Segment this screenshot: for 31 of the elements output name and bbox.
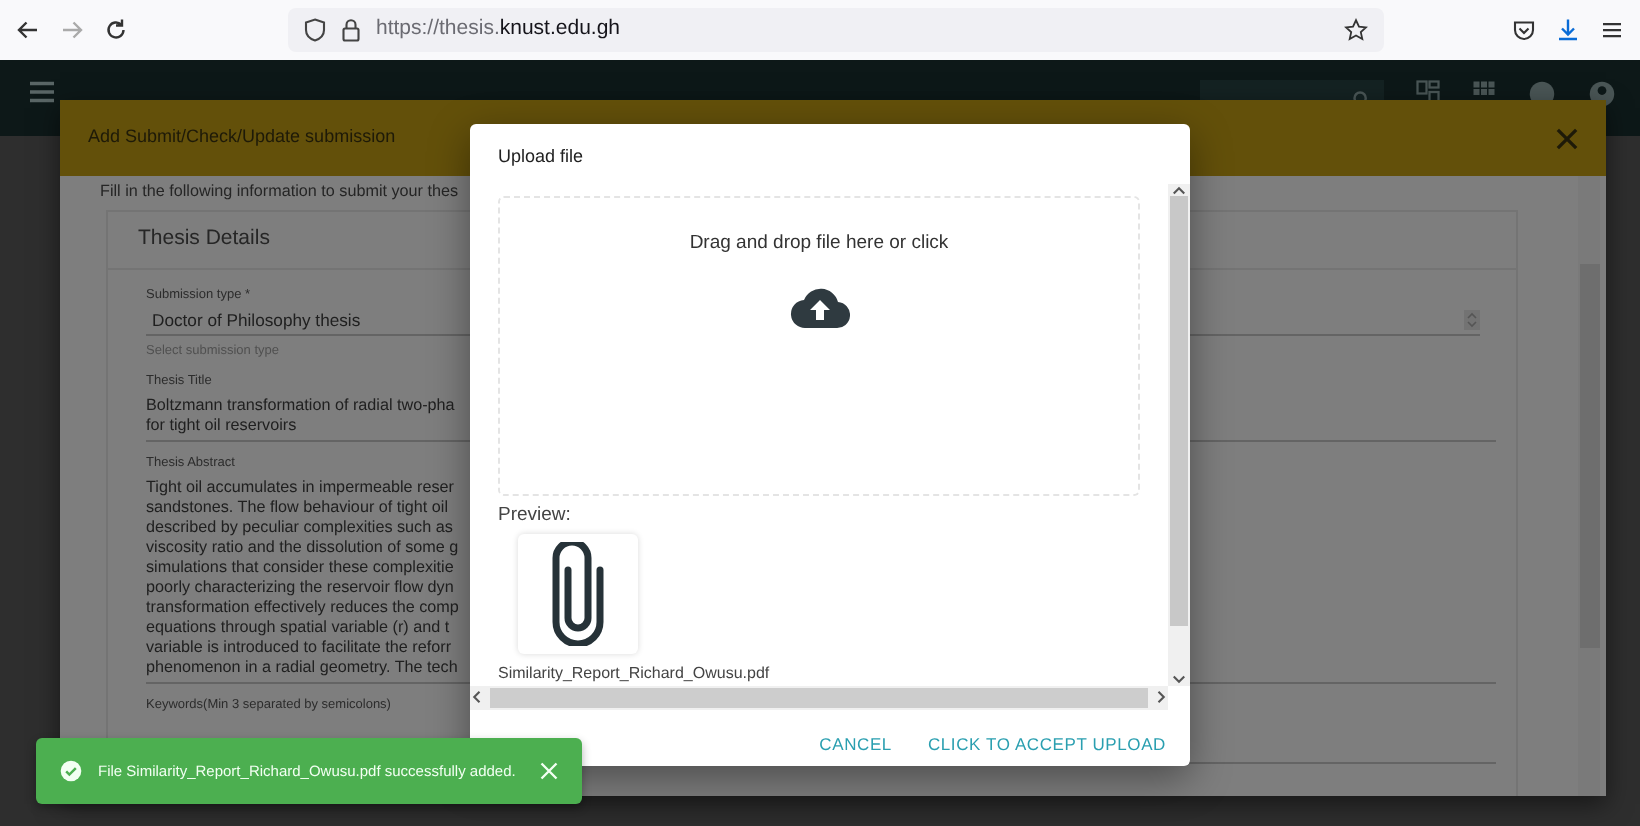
scroll-left-icon xyxy=(470,690,482,704)
spinner-icon xyxy=(1464,309,1480,330)
preview-label: Preview: xyxy=(498,501,573,529)
scrollbar[interactable] xyxy=(1168,183,1190,685)
scrollbar[interactable] xyxy=(1578,176,1600,796)
shield-icon xyxy=(304,18,326,42)
close-icon xyxy=(540,762,558,780)
scroll-up-icon xyxy=(1172,183,1186,195)
reload-icon[interactable] xyxy=(104,18,128,42)
dashboard-icon[interactable] xyxy=(1416,80,1440,104)
close-icon[interactable] xyxy=(1556,127,1578,149)
lock-icon xyxy=(342,18,360,42)
intro-text: Fill in the following information to submit your thes xyxy=(100,180,459,204)
dropzone-text: Drag and drop file here or click xyxy=(689,229,949,257)
download-icon[interactable] xyxy=(1556,18,1580,42)
dialog-title: Upload file xyxy=(496,144,586,170)
dialog-title: Add Submit/Check/Update submission xyxy=(88,124,396,151)
menu-icon[interactable] xyxy=(1600,18,1624,42)
back-arrow-icon[interactable] xyxy=(16,18,40,42)
upload-cloud-icon xyxy=(789,285,849,330)
scrollbar[interactable] xyxy=(470,685,1168,709)
file-name: Similarity_Report_Richard_Owusu.pdf xyxy=(498,661,772,685)
scroll-down-icon xyxy=(1172,673,1186,685)
close-button[interactable] xyxy=(540,762,558,780)
check-circle-icon xyxy=(60,760,82,782)
scroll-right-icon xyxy=(1156,690,1168,704)
star-icon[interactable] xyxy=(1344,18,1368,42)
pocket-icon[interactable] xyxy=(1512,18,1536,42)
address-bar[interactable]: https://thesis.knust.edu.gh xyxy=(288,8,1384,52)
drop-zone[interactable]: Drag and drop file here or click xyxy=(498,195,1140,495)
paperclip-icon xyxy=(552,541,604,646)
